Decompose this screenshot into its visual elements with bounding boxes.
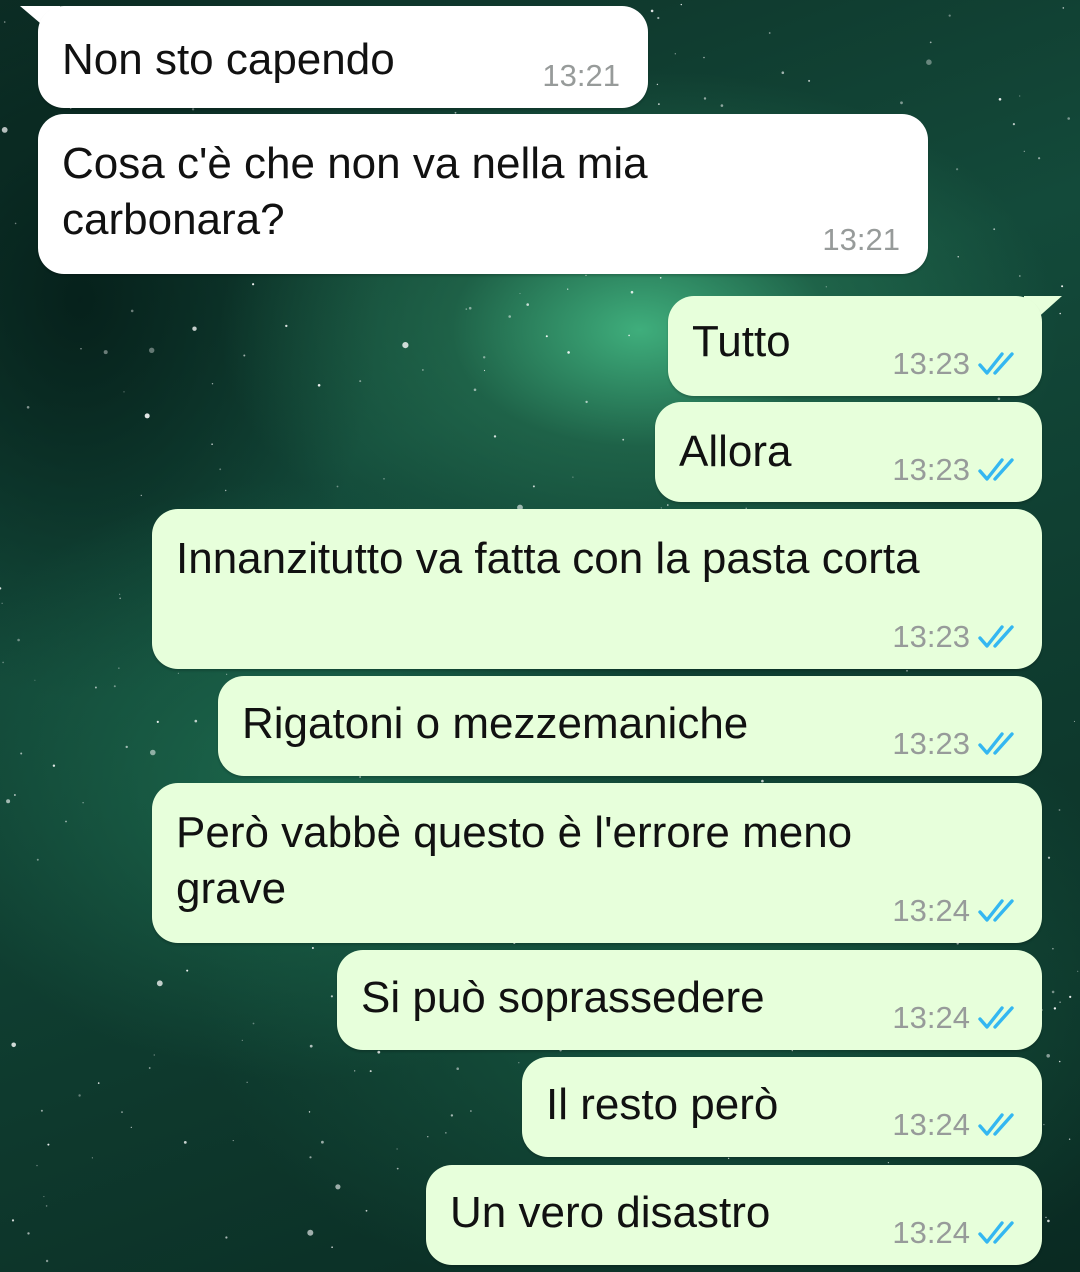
message-text: Innanzitutto va fatta con la pasta corta	[176, 534, 920, 583]
message-time: 13:21	[822, 222, 900, 257]
message-time: 13:23	[892, 452, 970, 487]
message-meta: 13:23	[892, 726, 1020, 762]
double-check-icon	[978, 1006, 1014, 1029]
message-meta: 13:23	[892, 452, 1020, 488]
message-bubble-outgoing[interactable]: Rigatoni o mezzemaniche 13:23	[218, 676, 1042, 776]
message-text: Il resto però	[546, 1080, 779, 1129]
message-bubble-outgoing[interactable]: Un vero disastro 13:24	[426, 1165, 1042, 1265]
message-meta: 13:23	[892, 346, 1020, 382]
message-meta: 13:24	[892, 1215, 1020, 1251]
message-text: Rigatoni o mezzemaniche	[242, 699, 749, 748]
message-text: Non sto capendo	[62, 35, 395, 84]
message-bubble-outgoing[interactable]: Però vabbè questo è l'errore meno grave …	[152, 783, 1042, 943]
message-text: Si può soprassedere	[361, 973, 765, 1022]
double-check-icon	[978, 458, 1014, 481]
message-time: 13:24	[892, 893, 970, 928]
message-time: 13:24	[892, 1000, 970, 1035]
message-bubble-outgoing[interactable]: Tutto 13:23	[668, 296, 1042, 396]
message-bubble-outgoing[interactable]: Si può soprassedere 13:24	[337, 950, 1042, 1050]
double-check-icon	[978, 1221, 1014, 1244]
message-text: Un vero disastro	[450, 1188, 771, 1237]
message-bubble-outgoing[interactable]: Innanzitutto va fatta con la pasta corta…	[152, 509, 1042, 669]
message-meta: 13:24	[892, 1107, 1020, 1143]
message-meta: 13:21	[822, 222, 900, 258]
message-time: 13:23	[892, 726, 970, 761]
double-check-icon	[978, 732, 1014, 755]
message-meta: 13:23	[892, 619, 1020, 655]
double-check-icon	[978, 899, 1014, 922]
message-bubble-outgoing[interactable]: Il resto però 13:24	[522, 1057, 1042, 1157]
message-time: 13:24	[892, 1107, 970, 1142]
message-meta: 13:21	[542, 58, 620, 94]
message-time: 13:21	[542, 58, 620, 93]
chat-message-list[interactable]: Non sto capendo 13:21 Cosa c'è che non v…	[0, 0, 1080, 1272]
message-text: Allora	[679, 427, 792, 476]
double-check-icon	[978, 1113, 1014, 1136]
message-text: Tutto	[692, 317, 791, 366]
message-bubble-outgoing[interactable]: Allora 13:23	[655, 402, 1042, 502]
message-meta: 13:24	[892, 1000, 1020, 1036]
message-bubble-incoming[interactable]: Cosa c'è che non va nella mia carbonara?…	[38, 114, 928, 274]
message-text: Però vabbè questo è l'errore meno grave	[176, 808, 853, 913]
message-time: 13:23	[892, 619, 970, 654]
message-bubble-incoming[interactable]: Non sto capendo 13:21	[38, 6, 648, 108]
message-time: 13:23	[892, 346, 970, 381]
double-check-icon	[978, 352, 1014, 375]
message-meta: 13:24	[892, 893, 1020, 929]
double-check-icon	[978, 625, 1014, 648]
message-time: 13:24	[892, 1215, 970, 1250]
message-text: Cosa c'è che non va nella mia carbonara?	[62, 139, 648, 244]
